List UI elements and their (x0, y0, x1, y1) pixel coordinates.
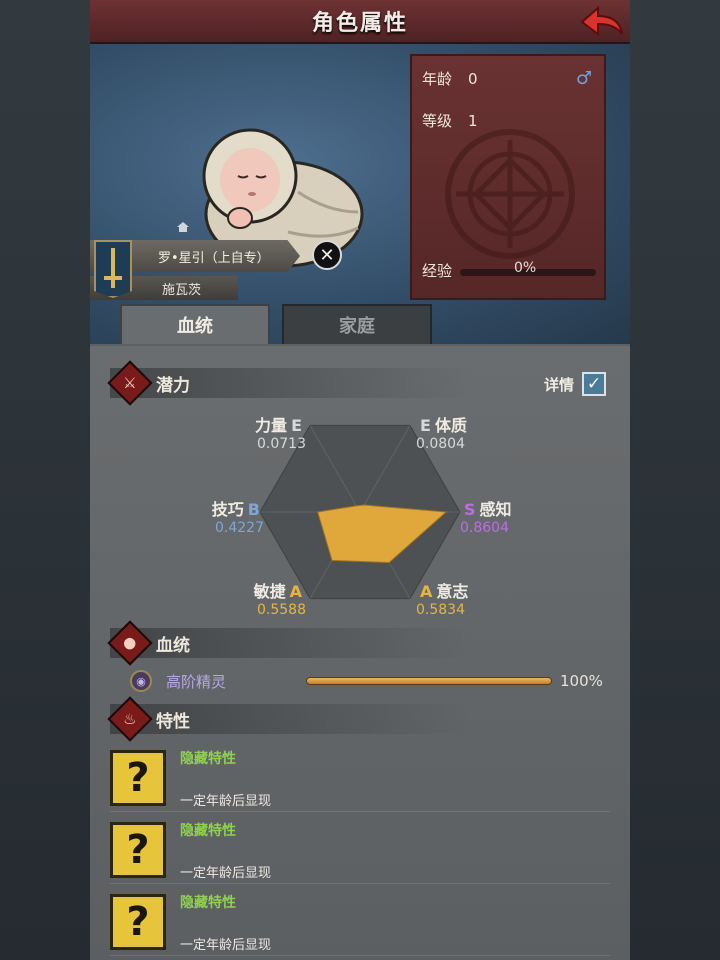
info-tapestry: 年龄 0 ♂ 等级 1 经验 0% (410, 54, 606, 300)
traits-title: 特性 (156, 711, 190, 732)
bloodline-progress-bar (306, 677, 552, 685)
stat-value: 0.5588 (257, 602, 306, 618)
right-backdrop (630, 0, 720, 960)
stat-grade: A (289, 582, 302, 601)
bloodline-content: ⚔ 潜力 详情 ✓ 力量 E 0.0713 E 体质 0.0804 S 感知 0.8604 A 意志… (90, 346, 630, 960)
stat-name: 体质 (434, 416, 467, 435)
traits-section-header: ♨ 特性 (107, 696, 470, 742)
stat-5: 技巧 B 0.4227 (194, 496, 264, 536)
potential-section-header: ⚔ 潜力 (107, 360, 470, 406)
back-button[interactable] (578, 4, 624, 40)
stat-grade: E (291, 416, 302, 435)
age-value: 0 (468, 69, 478, 88)
tab-family[interactable]: 家庭 (282, 304, 432, 344)
exp-row: 经验 (422, 260, 452, 281)
trait-desc: 一定年龄后显现 (180, 938, 272, 953)
detail-toggle[interactable]: 详情 ✓ (544, 372, 606, 396)
page-title: 角色属性 (311, 11, 408, 36)
hidden-trait-question-icon: ? (110, 894, 166, 950)
character-name: 罗•星引（上自专） (158, 250, 270, 266)
stat-value: 0.5834 (416, 602, 465, 618)
celtic-knot-icon (445, 129, 575, 259)
remove-button[interactable]: ✕ (312, 240, 342, 270)
stat-value: 0.4227 (215, 520, 264, 536)
potential-icon: ⚔ (107, 360, 153, 406)
back-arrow-icon (580, 5, 623, 36)
checkmark-icon: ✓ (586, 374, 602, 394)
exp-percent: 0% (514, 260, 537, 276)
stat-name: 敏捷 (253, 582, 286, 601)
hidden-trait-question-icon: ? (110, 750, 166, 806)
stat-grade: A (420, 582, 433, 601)
hidden-trait-question-icon: ? (110, 822, 166, 878)
stat-3: A 意志 0.5834 (416, 578, 486, 618)
age-row: 年龄 0 (422, 68, 478, 89)
trait-desc: 一定年龄后显现 (180, 866, 272, 881)
stat-grade: S (464, 500, 476, 519)
detail-checkbox[interactable]: ✓ (582, 372, 606, 396)
elf-emblem-icon: ◉ (130, 670, 152, 692)
stat-value: 0.8604 (460, 520, 509, 536)
stat-name: 感知 (479, 500, 512, 519)
family-name: 施瓦茨 (162, 282, 202, 298)
trait-name: 隐藏特性 (180, 751, 236, 767)
sword-icon (104, 248, 122, 288)
bloodline-section-header: ● 血统 (107, 620, 470, 666)
character-panel: 角色属性 罗•星引（上自专） 施瓦茨 ✕ 年龄 0 ♂ 等级 1 经验 0% 血… (90, 0, 630, 960)
trait-name: 隐藏特性 (180, 823, 236, 839)
close-icon: ✕ (319, 244, 335, 266)
stat-1: E 体质 0.0804 (416, 412, 486, 452)
bloodline-percent: 100% (560, 672, 603, 690)
potential-radar-chart (259, 424, 461, 600)
level-row: 等级 1 (422, 110, 478, 131)
house-icon (177, 222, 189, 232)
tab-bar: 血统 家庭 (90, 304, 630, 346)
bloodline-title: 血统 (156, 635, 190, 656)
stat-grade: B (247, 500, 260, 519)
stat-4: 敏捷 A 0.5588 (236, 578, 306, 618)
stat-value: 0.0713 (257, 436, 306, 452)
blood-drop-icon: ● (107, 620, 153, 666)
level-value: 1 (468, 111, 478, 130)
exp-label: 经验 (422, 262, 453, 280)
bloodline-row[interactable]: ◉ 高阶精灵 100% (130, 668, 610, 694)
trait-item[interactable]: ? 隐藏特性 一定年龄后显现 (110, 820, 610, 884)
left-backdrop (0, 0, 90, 960)
stat-0: 力量 E 0.0713 (236, 412, 306, 452)
portrait-area: 罗•星引（上自专） 施瓦茨 ✕ 年龄 0 ♂ 等级 1 经验 0% (90, 44, 630, 344)
level-label: 等级 (422, 112, 453, 130)
family-crest (94, 240, 132, 298)
detail-label: 详情 (543, 375, 574, 394)
trait-item[interactable]: ? 隐藏特性 一定年龄后显现 (110, 892, 610, 956)
stat-name: 力量 (255, 416, 288, 435)
trait-item[interactable]: ? 隐藏特性 一定年龄后显现 (110, 748, 610, 812)
trait-name: 隐藏特性 (180, 895, 236, 911)
male-gender-icon: ♂ (575, 68, 592, 89)
stat-2: S 感知 0.8604 (460, 496, 530, 536)
stat-name: 意志 (436, 582, 469, 601)
potential-title: 潜力 (156, 375, 190, 396)
flame-icon: ♨ (107, 696, 153, 742)
tab-bloodline[interactable]: 血统 (120, 304, 270, 344)
bloodline-name: 高阶精灵 (166, 672, 227, 691)
age-label: 年龄 (422, 70, 453, 88)
stat-value: 0.0804 (416, 436, 465, 452)
trait-desc: 一定年龄后显现 (180, 794, 272, 809)
header-bar: 角色属性 (90, 0, 630, 44)
stat-grade: E (420, 416, 431, 435)
stat-name: 技巧 (211, 500, 244, 519)
